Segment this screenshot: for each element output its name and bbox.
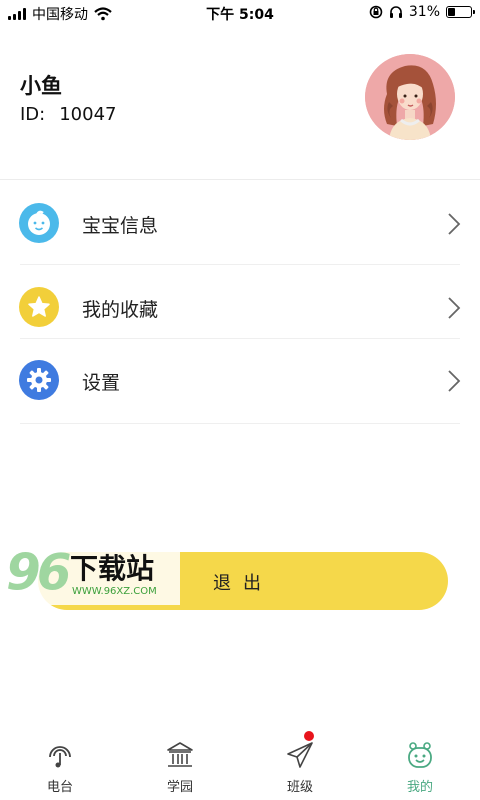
battery-icon (446, 6, 475, 18)
chevron-right-icon (448, 213, 461, 235)
gear-icon (19, 360, 59, 400)
tab-label-mine: 我的 (406, 780, 433, 795)
headphones-icon (389, 6, 402, 18)
avatar[interactable] (365, 54, 455, 140)
user-name: 小鱼 (20, 74, 62, 98)
tab-label-radio: 电台 (46, 780, 73, 795)
tab-label-school: 学园 (166, 780, 193, 795)
watermark-logo: 96 下载站 WWW.96XZ.COM (0, 543, 180, 605)
tab-label-class: 班级 (286, 780, 313, 795)
menu-label-favorites: 我的收藏 (82, 299, 159, 321)
menu-label-settings: 设置 (82, 372, 121, 394)
menu-item-favorites[interactable]: 我的收藏 (0, 265, 480, 339)
notification-badge (304, 731, 314, 741)
user-id: ID: 10047 (20, 104, 117, 125)
chevron-right-icon (448, 297, 461, 319)
tab-mine[interactable]: 我的 (360, 730, 480, 800)
baby-icon (19, 203, 59, 243)
smiley-icon (408, 742, 432, 768)
tab-bar: 电台 学园 班级 我的 (0, 730, 480, 800)
tab-school[interactable]: 学园 (120, 730, 240, 800)
watermark-number: 96 (6, 543, 72, 601)
status-bar: 中国移动 下午 5:04 31% (0, 0, 480, 26)
battery-percent: 31% (408, 4, 440, 20)
watermark-url: WWW.96XZ.COM (72, 586, 157, 597)
menu-label-baby-info: 宝宝信息 (82, 215, 159, 237)
battery-level (448, 8, 455, 16)
school-icon (167, 742, 193, 767)
profile-header[interactable]: 小鱼 ID: 10047 (0, 30, 480, 180)
menu-item-baby-info[interactable]: 宝宝信息 (0, 180, 480, 265)
star-icon (19, 287, 59, 327)
user-id-value: 10047 (59, 104, 117, 125)
paper-plane-icon (287, 742, 313, 768)
status-right: 31% (369, 4, 475, 20)
rotation-lock-icon (369, 5, 383, 19)
menu-item-settings[interactable]: 设置 (0, 339, 480, 424)
tab-class[interactable]: 班级 (240, 730, 360, 800)
menu-list: 宝宝信息 我的收藏 设置 (0, 180, 480, 424)
tab-radio[interactable]: 电台 (0, 730, 120, 800)
user-id-label: ID: (20, 104, 46, 125)
watermark-text: 下载站 (70, 552, 155, 585)
girl-avatar-icon (365, 54, 455, 140)
divider (20, 423, 460, 424)
radio-icon (49, 746, 71, 768)
chevron-right-icon (448, 370, 461, 392)
